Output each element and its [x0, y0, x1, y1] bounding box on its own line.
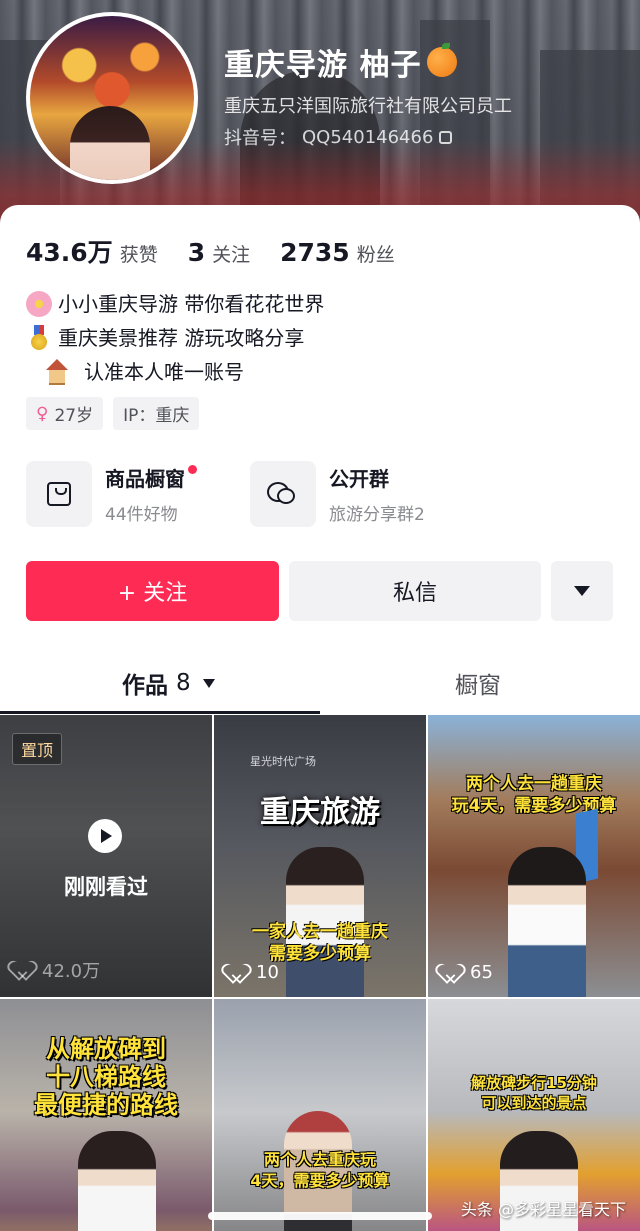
shopping-bag-icon: [26, 461, 92, 527]
female-icon: ♀: [36, 403, 49, 424]
shortcut-title: 商品橱窗: [105, 463, 197, 492]
avatar[interactable]: [26, 12, 198, 184]
orange-icon: [427, 43, 458, 77]
age-text: 27岁: [54, 406, 94, 426]
bio-line: 小小重庆导游 带你看花花世界: [26, 287, 324, 321]
video-thumbnail[interactable]: 从解放碑到 十八梯路线 最便捷的路线: [0, 999, 212, 1231]
stat-number: 3: [187, 238, 206, 267]
video-title-overlay: 解放碑步行15分钟 可以到达的景点: [471, 1074, 597, 1112]
stat-likes[interactable]: 43.6万 获赞: [26, 233, 158, 269]
stat-label: 粉丝: [356, 244, 395, 266]
mall-sign: 星光时代广场: [250, 755, 316, 768]
tab-shop-window[interactable]: 橱窗: [455, 657, 501, 709]
caret-down-icon: [202, 678, 215, 688]
content-tabs: 作品 8 橱窗: [0, 657, 640, 717]
heart-icon: [442, 964, 462, 982]
stat-following[interactable]: 3 关注: [188, 238, 250, 267]
bio-text: 重庆美景推荐 游玩攻略分享: [58, 326, 305, 350]
like-count: 10: [228, 962, 279, 983]
stat-number: 2735: [280, 238, 350, 267]
stat-label: 获赞: [119, 244, 158, 266]
video-thumbnail[interactable]: 两个人去重庆玩 4天，需要多少预算: [214, 999, 426, 1231]
like-count: 42.0万: [14, 957, 100, 983]
like-count-text: 10: [256, 962, 279, 983]
stats-row: 43.6万 获赞 3 关注 2735 粉丝: [26, 233, 425, 269]
recently-watched-label: 刚刚看过: [64, 875, 148, 899]
chat-bubbles-icon: [250, 461, 316, 527]
flower-icon: [26, 291, 52, 317]
copy-icon[interactable]: [439, 130, 453, 144]
pinned-badge: 置顶: [12, 733, 63, 765]
douyin-id-value: QQ540146466: [302, 126, 434, 148]
house-icon: [44, 359, 70, 385]
watermark: 头条 @多彩星星看天下: [460, 1200, 626, 1219]
heart-icon: [228, 964, 248, 982]
profile-tags: ♀ 27岁 IP：重庆: [26, 397, 200, 430]
tab-count: 8: [176, 670, 191, 696]
stat-label: 关注: [212, 244, 251, 266]
stat-number: 43.6万: [26, 238, 113, 267]
play-icon: [88, 819, 122, 853]
bio-text: 小小重庆导游 带你看花花世界: [58, 292, 325, 316]
ip-text: IP：重庆: [123, 406, 190, 426]
shortcut-subtitle: 旅游分享群2: [329, 505, 425, 525]
video-thumbnail[interactable]: 两个人去一趟重庆 玩4天，需要多少预算 65: [428, 715, 640, 997]
tab-works[interactable]: 作品 8: [122, 657, 215, 709]
ip-tag: IP：重庆: [113, 397, 200, 430]
notification-dot: [188, 465, 197, 474]
douyin-id[interactable]: 抖音号： QQ540146466: [224, 124, 453, 150]
bio-line: 认准本人唯一账号: [26, 355, 324, 389]
profile-company: 重庆五只洋国际旅行社有限公司员工: [224, 96, 512, 117]
video-title-overlay: 两个人去重庆玩 4天，需要多少预算: [250, 1150, 390, 1190]
bio-line: 重庆美景推荐 游玩攻略分享: [26, 321, 324, 355]
caret-down-icon: [574, 586, 590, 596]
like-count-text: 65: [470, 962, 493, 983]
shortcuts: 商品橱窗 44件好物 公开群 旅游分享群2: [26, 461, 474, 527]
age-tag: ♀ 27岁: [26, 397, 104, 430]
heart-icon: [14, 961, 34, 979]
tab-label: 作品: [122, 673, 168, 699]
more-button[interactable]: [551, 561, 613, 621]
video-thumbnail[interactable]: 星光时代广场 重庆旅游 一家人去一趟重庆 需要多少预算 10: [214, 715, 426, 997]
bio-text: 认准本人唯一账号: [84, 360, 244, 384]
message-button[interactable]: 私信: [289, 561, 541, 621]
public-group-shortcut[interactable]: 公开群 旅游分享群2: [250, 461, 474, 527]
video-subtitle-overlay: 一家人去一趟重庆 需要多少预算: [252, 922, 388, 964]
video-title-overlay: 重庆旅游: [260, 795, 380, 830]
profile-name-text: 重庆导游 柚子: [224, 48, 422, 83]
shop-window-shortcut[interactable]: 商品橱窗 44件好物: [26, 461, 250, 527]
video-title-overlay: 两个人去一趟重庆 玩4天，需要多少预算: [451, 774, 617, 816]
profile-name: 重庆导游 柚子: [224, 40, 458, 84]
douyin-id-label: 抖音号：: [224, 128, 296, 149]
shortcut-title: 公开群: [329, 467, 389, 491]
person-figure: [78, 1131, 156, 1231]
home-indicator: [208, 1212, 432, 1220]
stat-followers[interactable]: 2735 粉丝: [280, 238, 395, 267]
like-count: 65: [442, 962, 493, 983]
shortcut-subtitle: 44件好物: [105, 505, 178, 525]
person-figure: [508, 847, 586, 997]
video-thumbnail[interactable]: 置顶 刚刚看过 42.0万: [0, 715, 212, 997]
action-buttons: + 关注 私信: [26, 561, 613, 621]
bio: 小小重庆导游 带你看花花世界 重庆美景推荐 游玩攻略分享 认准本人唯一账号: [26, 287, 324, 389]
video-grid: 置顶 刚刚看过 42.0万 星光时代广场 重庆旅游 一家人去一趟重庆 需要多少预…: [0, 715, 640, 1231]
tab-active-indicator: [0, 711, 320, 714]
like-count-text: 42.0万: [42, 961, 101, 982]
medal-icon: [26, 325, 52, 351]
video-title-overlay: 从解放碑到 十八梯路线 最便捷的路线: [34, 1035, 178, 1119]
avatar-figure: [70, 106, 150, 180]
follow-button[interactable]: + 关注: [26, 561, 279, 621]
